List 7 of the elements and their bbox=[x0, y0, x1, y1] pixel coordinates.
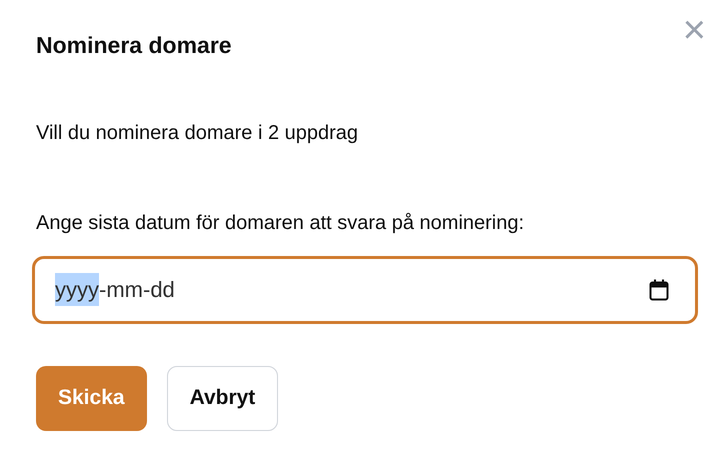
message-text: Vill du nominera domare i 2 uppdrag bbox=[36, 120, 358, 146]
date-placeholder: yyyy-mm-dd bbox=[55, 273, 175, 306]
cancel-button[interactable]: Avbryt bbox=[166, 366, 278, 430]
dialog-title: Nominera domare bbox=[36, 31, 232, 60]
date-field[interactable]: yyyy-mm-dd bbox=[32, 256, 698, 324]
date-label: Ange sista datum för domaren att svara på nominering: bbox=[36, 210, 524, 236]
calendar-icon[interactable] bbox=[649, 278, 669, 300]
